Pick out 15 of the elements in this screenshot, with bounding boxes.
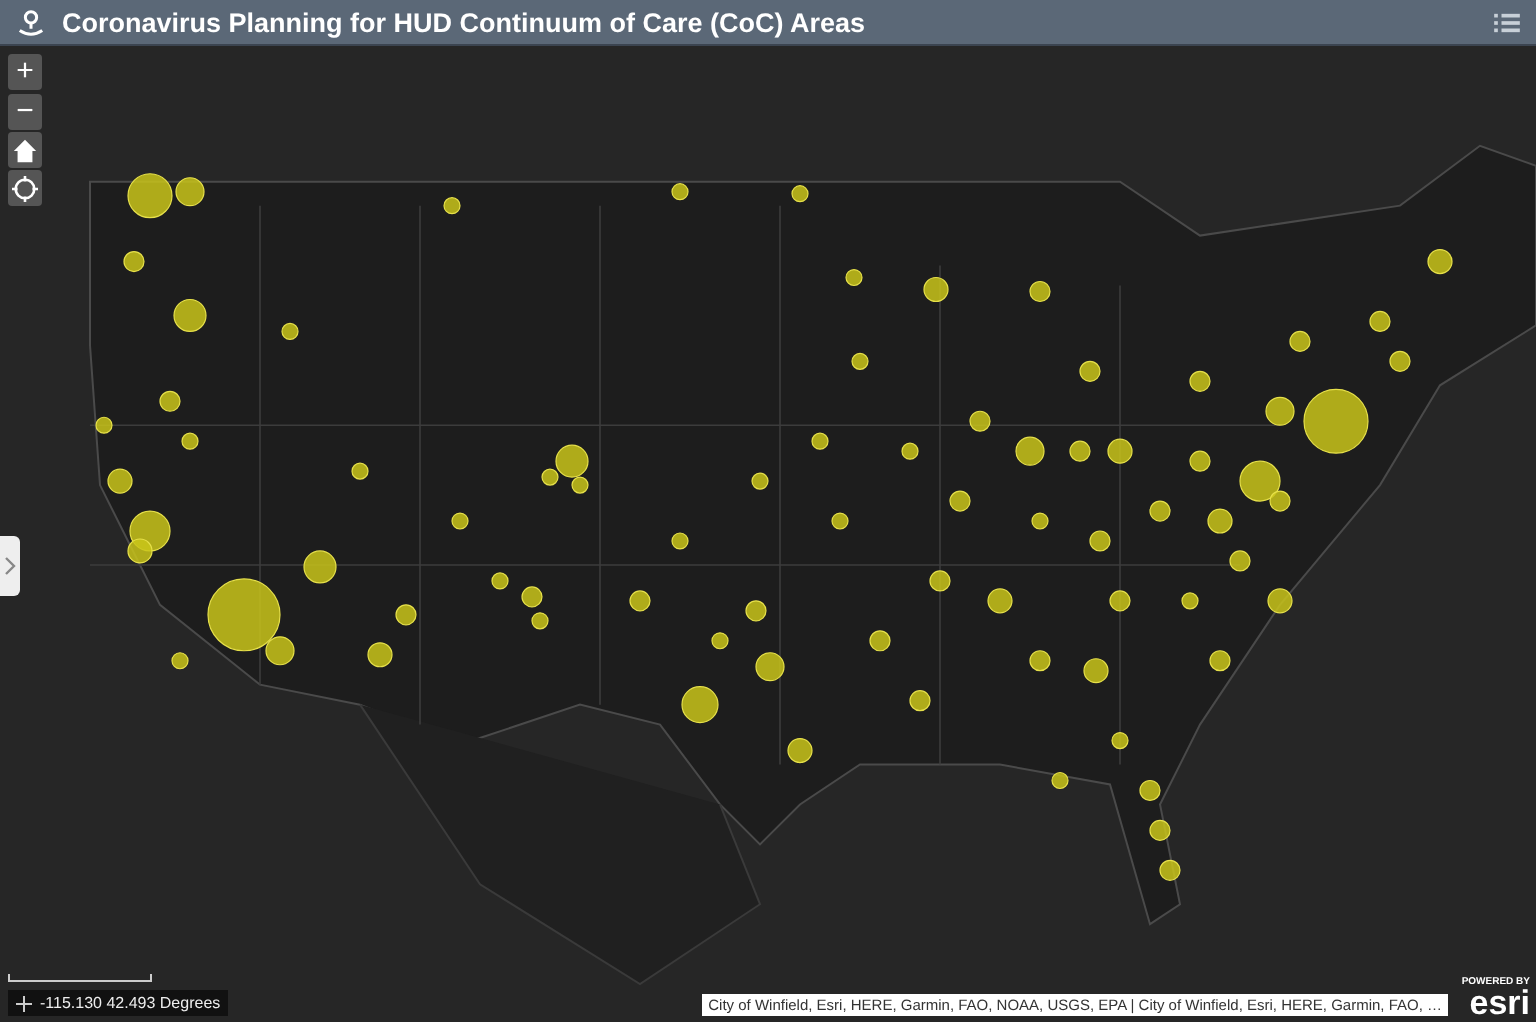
zoom-out-button[interactable]: − — [8, 94, 42, 130]
scale-bar — [8, 974, 152, 982]
zoom-in-button[interactable]: + — [8, 54, 42, 90]
crosshair-icon — [16, 995, 32, 1011]
location-pin-icon — [16, 7, 46, 37]
home-icon — [12, 137, 38, 163]
locate-icon — [12, 175, 38, 201]
esri-logo: esri — [1469, 988, 1530, 1018]
home-button[interactable] — [8, 132, 42, 168]
chevron-right-icon — [4, 556, 16, 576]
menu-icon[interactable] — [1494, 11, 1520, 33]
app-title: Coronavirus Planning for HUD Continuum of Care (CoC) Areas — [62, 7, 866, 37]
coordinates-text: -115.130 42.493 Degrees — [40, 994, 221, 1012]
locate-button[interactable] — [8, 170, 42, 206]
expand-panel-button[interactable] — [0, 536, 20, 596]
